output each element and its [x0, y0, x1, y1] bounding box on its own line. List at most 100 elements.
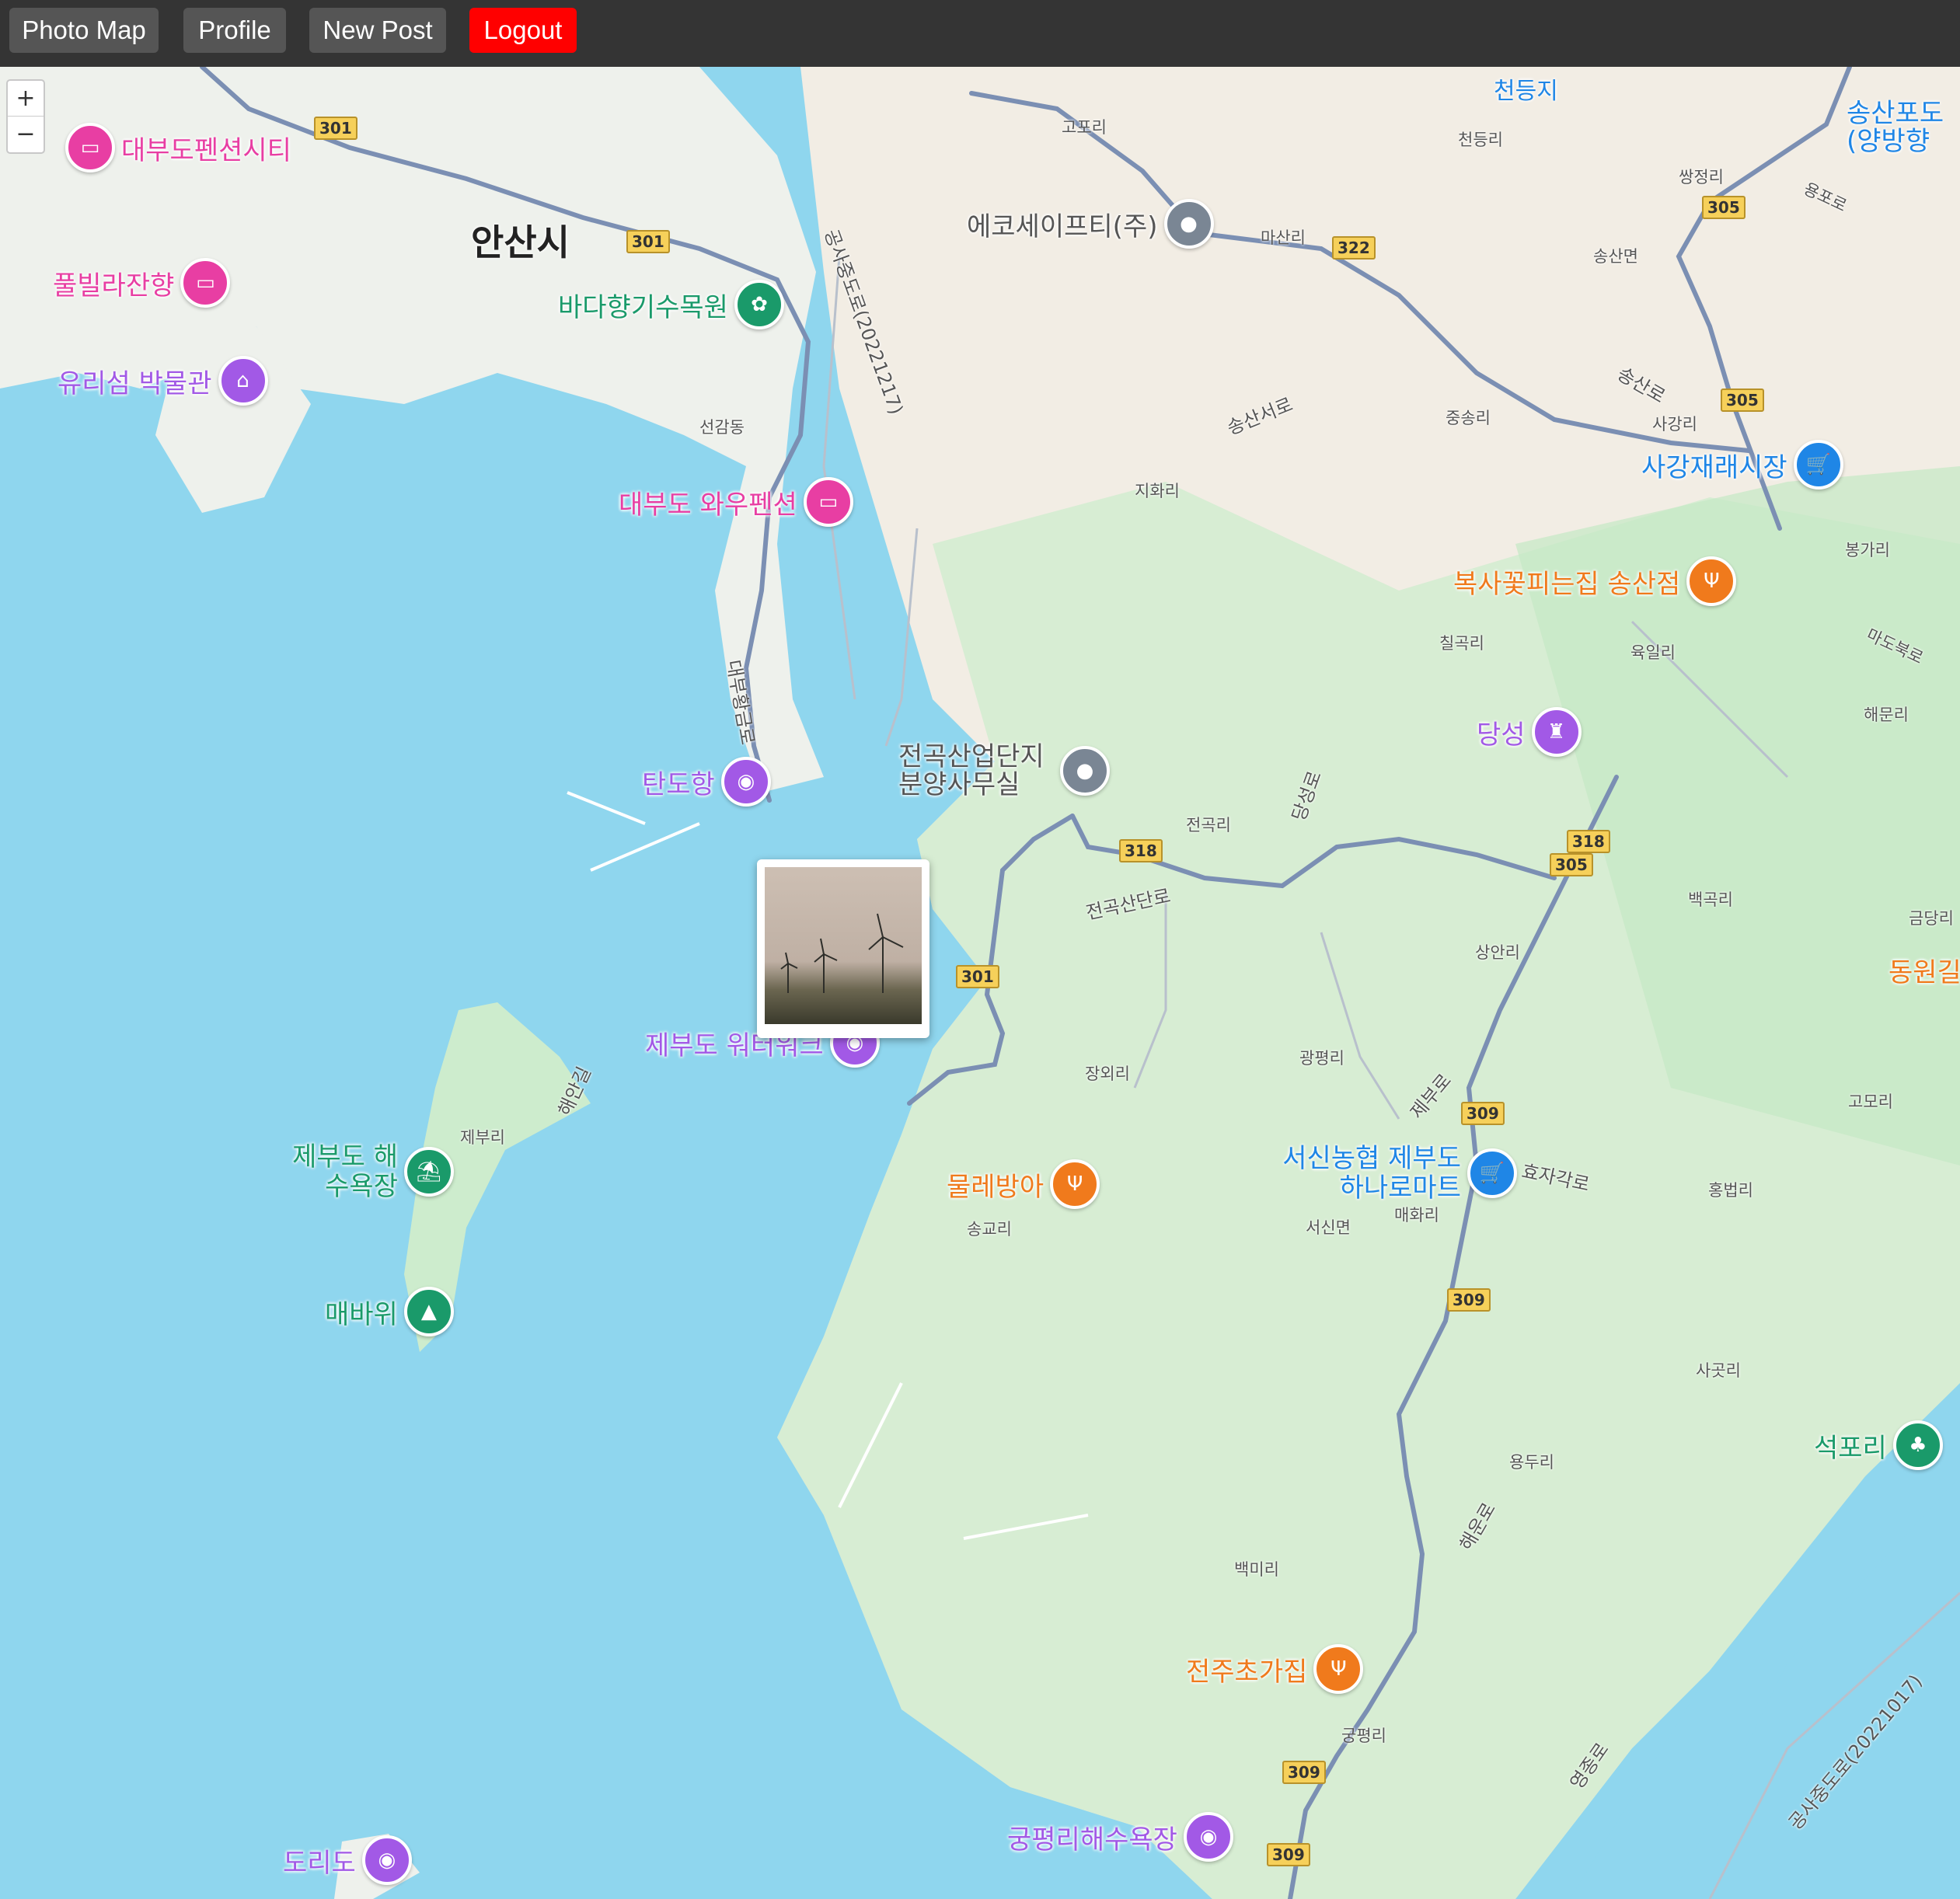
poi-jebudo-beach[interactable]: 제부도 해수욕장 ⛱ [289, 1142, 454, 1201]
poi-daebudo-wow-pension[interactable]: 대부도 와우펜션 ▭ [619, 477, 853, 527]
poi-label: 제부도 해수욕장 [292, 1141, 398, 1202]
zoom-in-button[interactable]: + [8, 81, 44, 116]
poi-label: 에코세이프티(주) [967, 211, 1158, 242]
zoom-control: + − [6, 79, 45, 154]
route-shield: 322 [1332, 236, 1376, 260]
poi-cheondeungji[interactable]: 천등지 [1494, 71, 1558, 106]
poi-maebawi[interactable]: 매바위 ▲ [325, 1287, 454, 1336]
turbine-blade [787, 963, 798, 969]
location-icon: ● [1060, 746, 1110, 796]
map-canvas[interactable]: + − 안산시 ▭ 대부도펜션시티 풀빌라잔향 ▭ 유리섬 박물관 ⌂ 바다향기… [0, 67, 1960, 1899]
place-label: 상안리 [1475, 943, 1520, 962]
route-shield: 309 [1282, 1761, 1326, 1784]
place-label: 송교리 [967, 1220, 1012, 1239]
poi-dongwon-gil[interactable]: 동원길 [1889, 951, 1960, 989]
poi-label: 석포리 [1814, 1432, 1887, 1464]
turbine-blade [877, 913, 884, 938]
poi-ecosafety[interactable]: 에코세이프티(주) ● [967, 199, 1214, 249]
poi-sea-scent-arboretum[interactable]: 바다향기수목원 ✿ [558, 280, 784, 329]
poi-hanaro-mart[interactable]: 서신농협 제부도 하나로마트 🛒 [1259, 1144, 1517, 1203]
route-shield: 305 [1550, 853, 1593, 876]
place-label: 전곡리 [1186, 816, 1231, 835]
poi-poolvilla-janhyang[interactable]: 풀빌라잔향 ▭ [53, 258, 231, 308]
place-label: 해문리 [1864, 706, 1909, 724]
poi-mullebanga[interactable]: 물레방아 Ψ [947, 1159, 1100, 1209]
place-label: 매화리 [1394, 1206, 1439, 1225]
place-label: 백미리 [1234, 1560, 1279, 1579]
poi-dorido[interactable]: 도리도 ◉ [283, 1835, 412, 1885]
poi-label: 궁평리해수욕장 [1007, 1824, 1177, 1855]
place-label: 장외리 [1085, 1064, 1130, 1083]
place-label: 고포리 [1062, 118, 1107, 137]
poi-daebudo-pension-city[interactable]: ▭ 대부도펜션시티 [65, 123, 291, 172]
place-label: 중송리 [1446, 409, 1491, 427]
top-navigation-bar: Photo Map Profile New Post Logout [0, 0, 1960, 67]
turbine-blade [823, 953, 838, 961]
place-label: 금당리 [1909, 909, 1954, 928]
place-label: 지화리 [1135, 482, 1180, 500]
place-label: 홍법리 [1708, 1181, 1753, 1200]
camera-icon: ◉ [1183, 1812, 1233, 1862]
place-label: 육일리 [1630, 643, 1676, 662]
poi-glass-island-museum[interactable]: 유리섬 박물관 ⌂ [58, 356, 268, 406]
poi-label: 서신농협 제부도 하나로마트 [1282, 1143, 1461, 1204]
route-shield: 305 [1702, 196, 1746, 219]
place-label: 궁평리 [1341, 1727, 1386, 1745]
bed-icon: ▭ [180, 258, 231, 308]
place-label: 쌍정리 [1679, 168, 1724, 186]
bed-icon: ▭ [65, 123, 115, 172]
place-label: 광평리 [1299, 1049, 1344, 1068]
cart-icon: 🛒 [1793, 440, 1843, 490]
poi-jeonju-chogajip[interactable]: 전주초가집 Ψ [1186, 1644, 1364, 1694]
restaurant-icon: Ψ [1050, 1159, 1100, 1209]
photo-thumbnail [765, 867, 922, 1024]
place-label: 용두리 [1509, 1453, 1554, 1472]
zoom-out-button[interactable]: − [8, 117, 44, 152]
route-shield: 318 [1119, 839, 1163, 862]
poi-sagang-market[interactable]: 사강재래시장 🛒 [1641, 440, 1843, 490]
turbine-blade [780, 963, 789, 970]
profile-button[interactable]: Profile [183, 8, 286, 53]
photo-map-button[interactable]: Photo Map [9, 8, 159, 53]
poi-label: 당성 [1477, 719, 1526, 751]
place-label: 선감동 [699, 418, 745, 437]
poi-label: 바다향기수목원 [558, 291, 728, 323]
poi-dangseong[interactable]: 당성 ♜ [1477, 707, 1582, 757]
poi-label: 천등지 [1494, 78, 1558, 105]
place-label: 서신면 [1306, 1218, 1351, 1237]
logout-button[interactable]: Logout [469, 8, 577, 53]
poi-label: 물레방아 [947, 1171, 1045, 1203]
poi-label: 사강재래시장 [1641, 451, 1787, 483]
poi-songsan-grape[interactable]: 송산포도 (양방향 [1847, 99, 1960, 155]
poi-label: 매바위 [325, 1298, 398, 1330]
route-shield: 301 [314, 117, 357, 140]
poi-gungpyeong-beach[interactable]: 궁평리해수욕장 ◉ [1007, 1812, 1233, 1862]
location-icon: ● [1163, 199, 1214, 249]
route-shield: 301 [956, 965, 999, 988]
place-label: 송산면 [1593, 247, 1638, 266]
poi-seokpo-ri[interactable]: 석포리 ♣ [1814, 1420, 1943, 1470]
beach-icon: ⛱ [404, 1147, 454, 1197]
poi-jeongok-industrial-office[interactable]: 전곡산업단지 분양사무실 ● [898, 743, 1110, 799]
poi-label: 도리도 [283, 1847, 356, 1879]
route-shield: 309 [1267, 1843, 1310, 1866]
turbine-blade [882, 936, 904, 948]
poi-label: 풀빌라잔향 [53, 270, 175, 301]
place-label: 마산리 [1261, 228, 1306, 247]
park-icon: ♣ [1892, 1420, 1943, 1470]
photo-marker[interactable] [757, 859, 929, 1038]
place-label: 사강리 [1652, 415, 1697, 434]
turbine-blade [814, 953, 825, 963]
place-label: 사곳리 [1696, 1361, 1741, 1380]
poi-boksakkot-restaurant[interactable]: 복사꽃피는집 송산점 Ψ [1453, 556, 1737, 606]
wind-turbine-image [780, 913, 904, 993]
route-shield: 309 [1461, 1102, 1505, 1125]
route-shield: 301 [626, 230, 670, 253]
tree-icon: ▲ [403, 1287, 454, 1336]
place-label: 칠곡리 [1439, 634, 1484, 653]
new-post-button[interactable]: New Post [309, 8, 446, 53]
place-label: 고모리 [1848, 1092, 1893, 1111]
place-label: 봉가리 [1845, 541, 1890, 559]
poi-tando-port[interactable]: 탄도항 ◉ [642, 757, 771, 807]
poi-label: 전곡산업단지 분양사무실 [898, 741, 1045, 800]
